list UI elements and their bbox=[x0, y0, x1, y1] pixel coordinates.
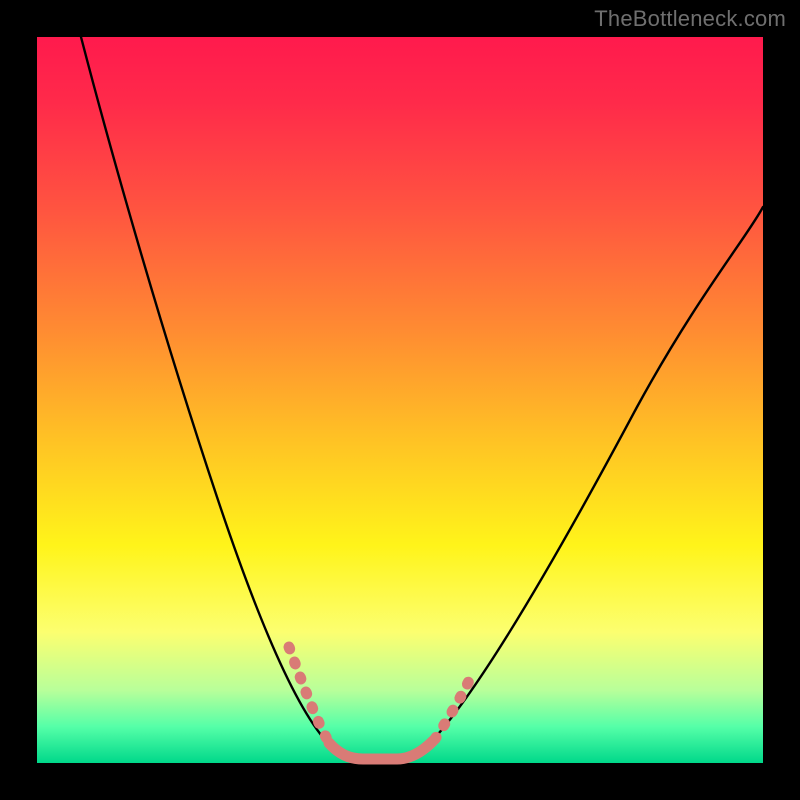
curve-valley-highlight bbox=[329, 741, 433, 759]
watermark-text: TheBottleneck.com bbox=[594, 6, 786, 32]
plot-area bbox=[37, 37, 763, 763]
bottleneck-curve bbox=[81, 37, 763, 759]
chart-frame: TheBottleneck.com bbox=[0, 0, 800, 800]
bottleneck-curve-svg bbox=[37, 37, 763, 763]
curve-markers-right bbox=[435, 677, 471, 739]
